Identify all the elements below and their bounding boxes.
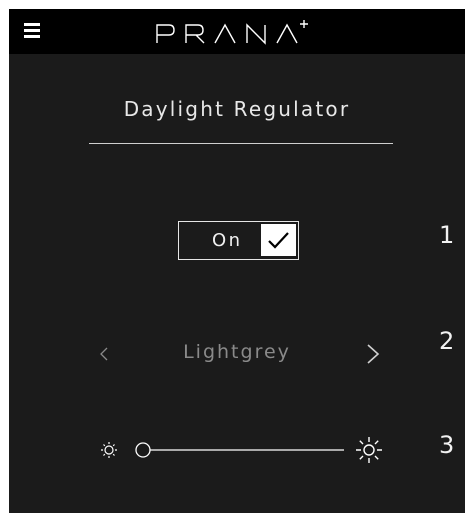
row-number-3: 3: [439, 431, 455, 459]
page-title: Daylight Regulator: [123, 97, 351, 121]
title-divider: [89, 143, 393, 144]
toggle-label: On: [212, 230, 243, 251]
sun-small-icon: [98, 439, 120, 465]
app-panel: Daylight Regulator On 1 Lightgrey 2 3: [9, 9, 465, 513]
on-toggle[interactable]: On: [178, 221, 299, 260]
selector-value: Lightgrey: [183, 341, 291, 363]
sun-large-icon: [353, 434, 385, 470]
chevron-right-icon[interactable]: [365, 341, 381, 371]
slider-track[interactable]: [134, 441, 346, 461]
slider-graphic: [135, 442, 344, 458]
checkmark-icon: [268, 232, 289, 249]
slider-thumb[interactable]: [135, 442, 151, 458]
top-bar: [9, 9, 465, 54]
checkbox-checked[interactable]: [261, 224, 296, 256]
hamburger-menu-icon[interactable]: [24, 23, 40, 39]
prana-logo: [155, 19, 315, 53]
row-number-1: 1: [439, 221, 455, 249]
color-selector: Lightgrey: [9, 334, 465, 374]
brightness-slider-row: [9, 434, 465, 474]
prana-logo-graphic: [156, 20, 308, 45]
row-number-2: 2: [439, 327, 455, 355]
